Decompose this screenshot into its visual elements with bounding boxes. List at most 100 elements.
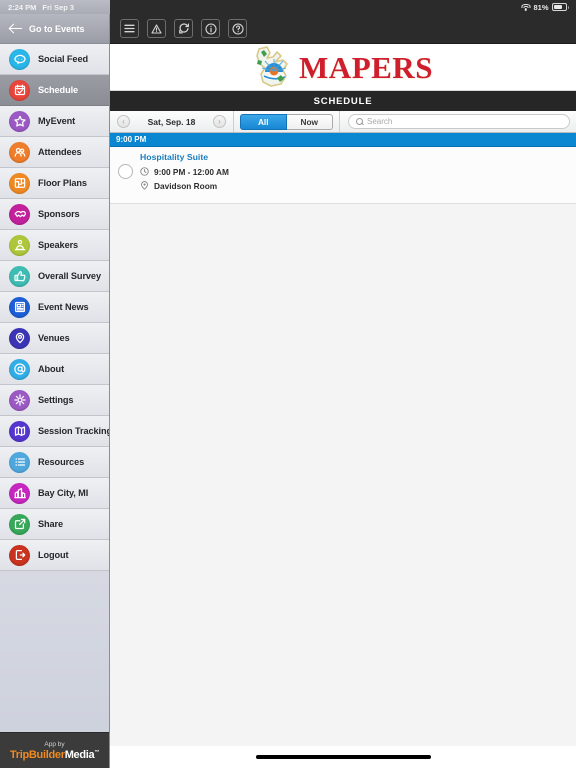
sidebar-item-venues[interactable]: Venues <box>0 323 109 354</box>
podium-icon <box>9 234 30 256</box>
attendees-icon <box>9 141 30 163</box>
handshake-icon <box>9 203 30 225</box>
search-input[interactable]: Search <box>348 114 570 129</box>
alerts-button[interactable] <box>147 19 166 38</box>
sidebar-item-settings[interactable]: Settings <box>0 385 109 416</box>
event-select-checkbox[interactable] <box>118 164 133 179</box>
sidebar-item-label: Speakers <box>38 240 79 250</box>
newspaper-icon <box>9 296 30 318</box>
content-pane: MAPERS SCHEDULE ‹ Sat, Sep. 18 › All Now <box>110 14 576 768</box>
star-icon <box>9 110 30 132</box>
event-time: 9:00 PM - 12:00 AM <box>154 166 229 177</box>
sidebar-item-resources[interactable]: Resources <box>0 447 109 478</box>
search-icon <box>356 118 363 125</box>
floor-plan-icon <box>9 172 30 194</box>
top-toolbar <box>110 14 576 44</box>
tripbuilder-media-logo: TripBuilderMedia™ <box>10 749 99 761</box>
sidebar-item-label: Overall Survey <box>38 271 101 281</box>
status-bar-left: 2:24 PM Fri Sep 3 <box>0 0 110 14</box>
refresh-button[interactable] <box>174 19 193 38</box>
sidebar-item-sponsors[interactable]: Sponsors <box>0 199 109 230</box>
page-title: SCHEDULE <box>110 91 576 111</box>
event-location: Davidson Room <box>154 180 218 191</box>
tab-all[interactable]: All <box>240 113 287 130</box>
app-by-label: App by <box>44 740 65 748</box>
sidebar-item-about[interactable]: About <box>0 354 109 385</box>
tab-now[interactable]: Now <box>286 113 333 130</box>
battery-percent-label: 81% <box>533 2 549 12</box>
chevron-right-icon[interactable]: › <box>213 115 226 128</box>
status-date: Fri Sep 3 <box>42 2 75 12</box>
go-to-events-label: Go to Events <box>29 23 85 34</box>
sidebar-item-label: Social Feed <box>38 54 88 64</box>
map-pin-icon <box>140 181 149 190</box>
home-indicator <box>255 755 431 759</box>
sidebar-item-social-feed[interactable]: Social Feed <box>0 44 109 75</box>
sidebar-footer: App by TripBuilderMedia™ <box>0 732 109 768</box>
brand-second: Media <box>64 748 95 761</box>
sidebar-item-label: MyEvent <box>38 116 76 126</box>
status-bar-right: 81% <box>521 3 576 12</box>
share-icon <box>9 513 30 535</box>
sidebar-item-session-tracking[interactable]: Session Tracking <box>0 416 109 447</box>
sidebar-item-logout[interactable]: Logout <box>0 540 109 571</box>
schedule-event-row[interactable]: Hospitality Suite 9:00 PM - 12:00 AM David… <box>110 147 576 204</box>
filter-bar: ‹ Sat, Sep. 18 › All Now Search <box>110 111 576 133</box>
help-button[interactable] <box>228 19 247 38</box>
sidebar-item-attendees[interactable]: Attendees <box>0 137 109 168</box>
sidebar-item-floor-plans[interactable]: Floor Plans <box>0 168 109 199</box>
time-group-header: 9:00 PM <box>110 133 576 147</box>
sidebar-item-label: Schedule <box>38 85 79 95</box>
brand-first: TripBuilder <box>9 748 65 761</box>
body-row: Go to Events Social Feed Schedule MyEvent A… <box>0 14 576 768</box>
go-to-events-button[interactable]: Go to Events <box>0 14 109 44</box>
sidebar-item-label: Floor Plans <box>38 178 87 188</box>
sidebar-item-label: Resources <box>38 457 85 467</box>
app-root: 2:24 PM Fri Sep 3 81% Go to Events Socia… <box>0 0 576 768</box>
wifi-icon <box>521 3 531 11</box>
social-feed-icon <box>9 48 30 70</box>
sidebar-item-myevent[interactable]: MyEvent <box>0 106 109 137</box>
sidebar: Go to Events Social Feed Schedule MyEvent A… <box>0 14 110 768</box>
sidebar-menu: Social Feed Schedule MyEvent Attendees Floor… <box>0 44 109 732</box>
venue-pin-icon <box>9 327 30 349</box>
sidebar-item-label: Event News <box>38 302 89 312</box>
event-time-line: 9:00 PM - 12:00 AM <box>140 167 568 177</box>
event-details: Hospitality Suite 9:00 PM - 12:00 AM David… <box>140 152 568 195</box>
thumbs-up-icon <box>9 265 30 287</box>
calendar-icon <box>9 79 30 101</box>
filter-segmented-control: All Now <box>234 111 340 132</box>
menu-button[interactable] <box>120 19 139 38</box>
date-selector: ‹ Sat, Sep. 18 › <box>110 111 234 132</box>
trademark: ™ <box>94 748 100 755</box>
gear-icon <box>9 389 30 411</box>
sidebar-item-label: Share <box>38 519 64 529</box>
search-container: Search <box>340 111 576 132</box>
sidebar-item-speakers[interactable]: Speakers <box>0 230 109 261</box>
sidebar-item-overall-survey[interactable]: Overall Survey <box>0 261 109 292</box>
home-indicator-zone <box>110 746 576 768</box>
sidebar-item-bay-city-mi[interactable]: Bay City, MI <box>0 478 109 509</box>
sidebar-item-label: Bay City, MI <box>38 488 89 498</box>
status-time: 2:24 PM <box>8 2 37 12</box>
battery-icon <box>551 3 569 11</box>
city-icon <box>9 482 30 504</box>
michigan-state-icon <box>256 46 288 87</box>
session-tracking-icon <box>9 420 30 442</box>
event-title[interactable]: Hospitality Suite <box>140 152 568 163</box>
back-arrow-icon <box>9 23 22 34</box>
sidebar-item-label: Logout <box>38 550 69 560</box>
status-bar: 2:24 PM Fri Sep 3 81% <box>0 0 576 14</box>
sidebar-item-label: Attendees <box>38 147 82 157</box>
sidebar-item-share[interactable]: Share <box>0 509 109 540</box>
chevron-left-icon[interactable]: ‹ <box>117 115 130 128</box>
sidebar-item-label: Venues <box>38 333 70 343</box>
logout-icon <box>9 544 30 566</box>
schedule-list: Hospitality Suite 9:00 PM - 12:00 AM David… <box>110 147 576 746</box>
sidebar-item-event-news[interactable]: Event News <box>0 292 109 323</box>
sidebar-item-schedule[interactable]: Schedule <box>0 75 109 106</box>
info-button[interactable] <box>201 19 220 38</box>
clock-icon <box>140 167 149 176</box>
selected-date: Sat, Sep. 18 <box>147 116 196 127</box>
sidebar-item-label: About <box>38 364 65 374</box>
